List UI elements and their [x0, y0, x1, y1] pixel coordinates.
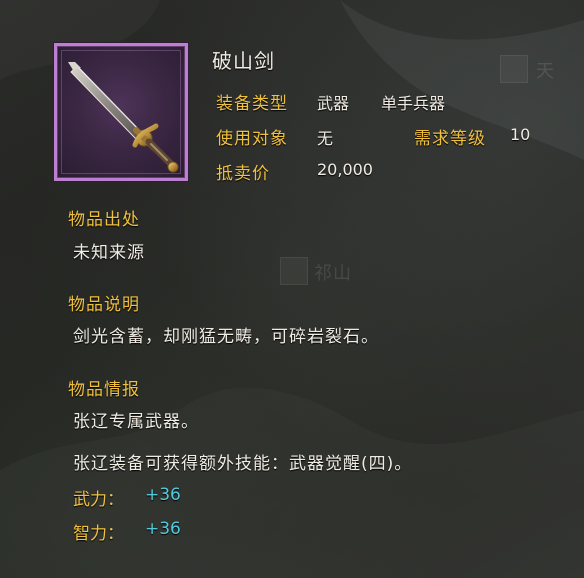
sword-icon [68, 62, 179, 173]
level-label: 需求等级 [414, 129, 486, 149]
price-value: 20,000 [317, 160, 373, 179]
origin-text: 未知来源 [73, 243, 145, 263]
item-name: 破山剑 [212, 49, 275, 73]
intellect-value: +36 [145, 519, 181, 539]
force-value: +36 [145, 485, 181, 505]
equip-type-value: 武器 [317, 94, 350, 113]
level-value: 10 [510, 125, 531, 144]
info-line-1: 张辽专属武器。 [73, 412, 199, 432]
user-value: 无 [317, 129, 334, 148]
item-icon-frame [54, 43, 188, 181]
game-screen: 祁山 天 破山剑 装备类型 武器 单手兵器 使用对象 无 需求等级 10 抵卖价… [0, 0, 584, 578]
origin-title: 物品出处 [68, 210, 140, 230]
intellect-label: 智力： [73, 524, 124, 544]
info-line-2: 张辽装备可获得额外技能：武器觉醒(四)。 [73, 454, 413, 474]
info-title: 物品情报 [68, 380, 140, 400]
item-tooltip: 破山剑 装备类型 武器 单手兵器 使用对象 无 需求等级 10 抵卖价 20,0… [0, 0, 584, 578]
description-text: 剑光含蓄，却刚猛无畴，可碎岩裂石。 [73, 327, 379, 347]
equip-type-label: 装备类型 [216, 94, 288, 114]
weapon-class-value: 单手兵器 [381, 94, 446, 113]
price-label: 抵卖价 [216, 164, 270, 184]
force-label: 武力： [73, 490, 124, 510]
user-label: 使用对象 [216, 129, 288, 149]
description-title: 物品说明 [68, 295, 140, 315]
